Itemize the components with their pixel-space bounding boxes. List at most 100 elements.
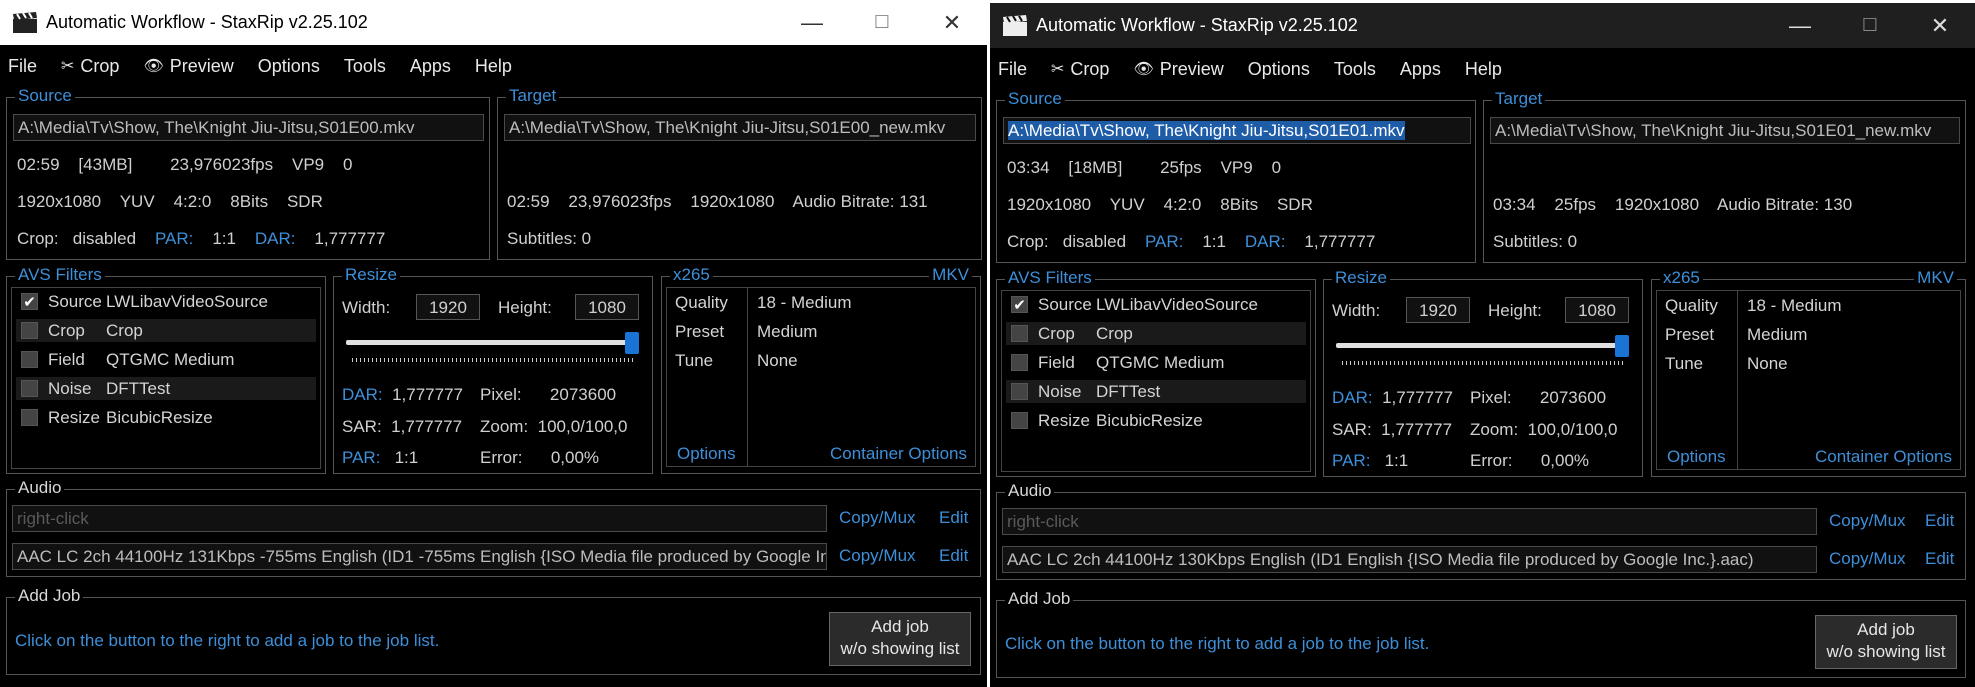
menu-tools[interactable]: Tools	[1334, 59, 1376, 80]
maximize-icon[interactable]: ☐	[1835, 3, 1905, 48]
target-path-field[interactable]: A:\Media\Tv\Show, The\Knight Jiu-Jitsu,S…	[1490, 117, 1960, 144]
resize-par-link[interactable]: PAR:	[1332, 451, 1370, 470]
copy-mux-link-1[interactable]: Copy/Mux	[839, 508, 916, 528]
staxrip-window-2: Automatic Workflow - StaxRip v2.25.102 —…	[990, 3, 1975, 687]
table-row[interactable]: Preset Medium	[1657, 323, 1960, 346]
add-job-button[interactable]: Add job w/o showing list	[1815, 615, 1957, 669]
source-path-field[interactable]: A:\Media\Tv\Show, The\Knight Jiu-Jitsu,S…	[13, 114, 484, 141]
container-options-link[interactable]: Container Options	[830, 444, 967, 464]
table-row[interactable]: Quality 18 - Medium	[1657, 294, 1960, 317]
encoder-group: x265 MKV Quality 18 - Medium Preset Medium…	[1651, 268, 1966, 477]
table-row[interactable]: Quality 18 - Medium	[667, 291, 975, 314]
dar-link[interactable]: DAR:	[255, 229, 296, 248]
menu-apps[interactable]: Apps	[1400, 59, 1441, 80]
copy-mux-link-1[interactable]: Copy/Mux	[1829, 511, 1906, 531]
filter-row[interactable]: ✔ Source LWLibavVideoSource	[16, 290, 316, 313]
menu-file[interactable]: File	[8, 56, 37, 77]
audio-group: Audio right-click Copy/Mux Edit AAC LC 2…	[996, 481, 1966, 580]
encoder-legend[interactable]: x265	[670, 265, 713, 285]
filter-row[interactable]: Resize BicubicResize	[16, 406, 316, 429]
window-title: Automatic Workflow - StaxRip v2.25.102	[46, 12, 368, 32]
add-job-button[interactable]: Add job w/o showing list	[829, 612, 971, 666]
filter-row[interactable]: Resize BicubicResize	[1006, 409, 1306, 432]
pixel-label: Pixel:	[1470, 388, 1512, 407]
copy-mux-link-2[interactable]: Copy/Mux	[839, 546, 916, 566]
menu-options[interactable]: Options	[258, 56, 320, 77]
menu-file[interactable]: File	[998, 59, 1027, 80]
close-icon[interactable]: ✕	[917, 0, 987, 45]
title-bar[interactable]: Automatic Workflow - StaxRip v2.25.102 —…	[990, 3, 1975, 48]
filter-row[interactable]: Field QTGMC Medium	[16, 348, 316, 371]
scissors-icon: ✂	[1051, 61, 1065, 78]
close-icon[interactable]: ✕	[1905, 3, 1975, 48]
resize-dar-link[interactable]: DAR:	[1332, 388, 1373, 407]
encoder-group: x265 MKV Quality 18 - Medium Preset Medium…	[661, 265, 981, 474]
checkbox[interactable]	[21, 380, 38, 397]
copy-mux-link-2[interactable]: Copy/Mux	[1829, 549, 1906, 569]
menu-preview[interactable]: 👁 Preview	[1133, 59, 1223, 80]
title-bar[interactable]: Automatic Workflow - StaxRip v2.25.102 —…	[0, 0, 987, 45]
table-row[interactable]: Preset Medium	[667, 320, 975, 343]
encoder-options-link[interactable]: Options	[1667, 447, 1726, 467]
checkbox[interactable]	[1011, 354, 1028, 371]
resize-par-link[interactable]: PAR:	[342, 448, 380, 467]
menu-options[interactable]: Options	[1248, 59, 1310, 80]
resize-dar-link[interactable]: DAR:	[342, 385, 383, 404]
scissors-icon: ✂	[61, 58, 75, 75]
checkbox[interactable]	[21, 322, 38, 339]
menu-help[interactable]: Help	[1465, 59, 1502, 80]
resize-slider-track[interactable]	[1336, 343, 1628, 348]
checkbox[interactable]	[1011, 383, 1028, 400]
target-path-field[interactable]: A:\Media\Tv\Show, The\Knight Jiu-Jitsu,S…	[504, 114, 976, 141]
width-input[interactable]: 1920	[1406, 297, 1470, 323]
table-row[interactable]: Tune None	[667, 349, 975, 372]
checkbox[interactable]	[21, 351, 38, 368]
filter-row[interactable]: Field QTGMC Medium	[1006, 351, 1306, 374]
edit-link-1[interactable]: Edit	[1925, 511, 1954, 531]
menu-tools[interactable]: Tools	[344, 56, 386, 77]
pixel-row: Pixel: 2073600	[1470, 388, 1606, 408]
checkbox[interactable]	[1011, 412, 1028, 429]
resize-slider-track[interactable]	[346, 340, 638, 345]
audio-input-1[interactable]: right-click	[1002, 508, 1817, 535]
minimize-icon[interactable]: —	[777, 0, 847, 45]
height-input[interactable]: 1080	[1565, 297, 1629, 323]
container-legend[interactable]: MKV	[929, 265, 972, 285]
source-path-field[interactable]: A:\Media\Tv\Show, The\Knight Jiu-Jitsu,S…	[1003, 117, 1471, 144]
edit-link-2[interactable]: Edit	[939, 546, 968, 566]
menu-help[interactable]: Help	[475, 56, 512, 77]
filter-row[interactable]: Noise DFTTest	[16, 377, 316, 400]
encoder-legend[interactable]: x265	[1660, 268, 1703, 288]
menu-apps[interactable]: Apps	[410, 56, 451, 77]
menu-preview[interactable]: 👁 Preview	[143, 56, 233, 77]
resize-slider-thumb[interactable]	[625, 332, 639, 354]
checkmark-icon[interactable]: ✔	[21, 293, 38, 311]
table-row[interactable]: Tune None	[1657, 352, 1960, 375]
minimize-icon[interactable]: —	[1765, 3, 1835, 48]
resize-slider-thumb[interactable]	[1615, 335, 1629, 357]
width-input[interactable]: 1920	[416, 294, 480, 320]
menu-apps-label: Apps	[409, 55, 451, 76]
container-legend[interactable]: MKV	[1914, 268, 1957, 288]
checkbox[interactable]	[21, 409, 38, 426]
encoder-options-link[interactable]: Options	[677, 444, 736, 464]
filter-row[interactable]: ✔ Source LWLibavVideoSource	[1006, 293, 1306, 316]
height-input[interactable]: 1080	[575, 294, 639, 320]
edit-link-1[interactable]: Edit	[939, 508, 968, 528]
edit-link-2[interactable]: Edit	[1925, 549, 1954, 569]
maximize-icon[interactable]: ☐	[847, 0, 917, 45]
audio-input-2[interactable]: AAC LC 2ch 44100Hz 131Kbps -755ms Englis…	[12, 543, 827, 570]
audio-input-1[interactable]: right-click	[12, 505, 827, 532]
par-link[interactable]: PAR:	[155, 229, 193, 248]
menu-crop[interactable]: ✂ Crop	[1051, 59, 1109, 80]
filter-row[interactable]: Crop Crop	[16, 319, 316, 342]
container-options-link[interactable]: Container Options	[1815, 447, 1952, 467]
menu-crop[interactable]: ✂ Crop	[61, 56, 119, 77]
filter-row[interactable]: Noise DFTTest	[1006, 380, 1306, 403]
filter-row[interactable]: Crop Crop	[1006, 322, 1306, 345]
audio-input-2[interactable]: AAC LC 2ch 44100Hz 130Kbps English (ID1 …	[1002, 546, 1817, 573]
par-link[interactable]: PAR:	[1145, 232, 1183, 251]
dar-link[interactable]: DAR:	[1245, 232, 1286, 251]
checkbox[interactable]	[1011, 325, 1028, 342]
checkmark-icon[interactable]: ✔	[1011, 296, 1028, 314]
